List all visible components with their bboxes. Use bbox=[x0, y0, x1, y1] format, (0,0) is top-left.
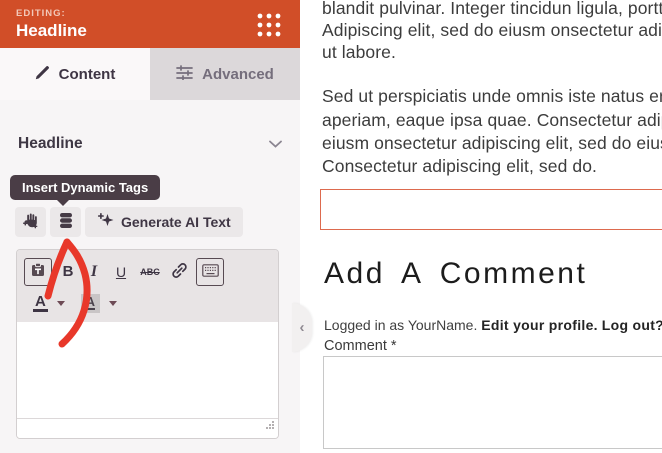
settings-sidebar: EDITING: Headline Content bbox=[0, 0, 300, 453]
headline-section-title: Headline bbox=[18, 135, 83, 153]
italic-button[interactable]: I bbox=[81, 263, 107, 281]
editor-toolbar: B I U ABC bbox=[17, 250, 278, 322]
editor-status-bar bbox=[17, 418, 278, 438]
link-button[interactable] bbox=[165, 261, 193, 283]
tab-advanced[interactable]: Advanced bbox=[150, 48, 300, 100]
bold-button[interactable]: B bbox=[55, 263, 81, 280]
generate-ai-text-label: Generate AI Text bbox=[121, 214, 231, 230]
sliders-icon bbox=[176, 65, 193, 84]
chevron-down-icon[interactable] bbox=[269, 135, 282, 153]
tab-content-label: Content bbox=[59, 66, 116, 83]
highlight-color-button[interactable]: A bbox=[81, 294, 100, 313]
generate-ai-text-button[interactable]: Generate AI Text bbox=[85, 207, 243, 237]
comment-textarea[interactable] bbox=[323, 356, 662, 449]
chevron-left-icon: ‹ bbox=[300, 320, 305, 335]
clipboard-text-icon bbox=[30, 262, 46, 281]
comment-field-label: Comment * bbox=[324, 338, 397, 354]
insert-dynamic-tags-tooltip: Insert Dynamic Tags bbox=[10, 175, 160, 200]
preview-paragraph-line: Adipiscing elit, sed do eiusm onsectetur… bbox=[322, 20, 662, 41]
sparkles-icon bbox=[97, 212, 114, 232]
tooltip-text: Insert Dynamic Tags bbox=[22, 180, 148, 195]
headline-section-header[interactable]: Headline bbox=[18, 133, 282, 155]
sidebar-header: EDITING: Headline bbox=[0, 0, 300, 48]
highlight-letter: A bbox=[86, 296, 95, 310]
sidebar-tabs: Content Advanced bbox=[0, 48, 300, 100]
database-icon bbox=[58, 212, 74, 232]
page-builder-app: EDITING: Headline Content bbox=[0, 0, 662, 453]
highlight-color-caret-icon[interactable] bbox=[109, 301, 117, 306]
editing-label: EDITING: bbox=[16, 8, 87, 19]
insert-dynamic-tags-button[interactable] bbox=[50, 207, 81, 237]
preview-paragraph-line: Sed ut perspiciatis unde omnis iste natu… bbox=[322, 86, 662, 107]
add-a-comment-heading: Add A Comment bbox=[324, 257, 587, 291]
widgets-grid-icon[interactable] bbox=[256, 12, 282, 38]
tab-advanced-label: Advanced bbox=[202, 66, 274, 83]
preview-paragraph-line: aperiam, eaque ipsa quae. Consectetur ad… bbox=[322, 110, 662, 131]
preview-paragraph-line: Consectetur adipiscing elit, sed do. bbox=[322, 156, 597, 177]
paste-as-text-button[interactable] bbox=[24, 258, 52, 286]
keyboard-icon bbox=[202, 264, 219, 280]
preview-paragraph-line: eiusm onsectetur adipiscing elit, sed do… bbox=[322, 133, 662, 154]
text-color-button[interactable]: A bbox=[33, 295, 48, 312]
editor-text-area[interactable] bbox=[17, 322, 278, 418]
selected-headline-widget-outline[interactable] bbox=[320, 189, 662, 230]
keyboard-shortcuts-button[interactable] bbox=[196, 258, 224, 286]
underline-button[interactable]: U bbox=[107, 264, 135, 280]
log-out-link[interactable]: Log out? bbox=[602, 317, 662, 333]
smart-text-button[interactable] bbox=[15, 207, 46, 237]
editing-widget-title: Headline bbox=[16, 21, 87, 41]
resize-grip-icon[interactable] bbox=[265, 417, 275, 435]
page-preview: blandit pulvinar. Integer tincidun ligul… bbox=[300, 0, 662, 453]
rich-text-editor: B I U ABC bbox=[16, 249, 279, 439]
link-icon bbox=[170, 261, 189, 283]
logged-in-text: Logged in as YourName. bbox=[324, 317, 481, 333]
comment-login-meta: Logged in as YourName. Edit your profile… bbox=[324, 317, 662, 333]
text-color-caret-icon[interactable] bbox=[57, 301, 65, 306]
hand-icon bbox=[22, 212, 39, 232]
pencil-icon bbox=[35, 65, 50, 84]
field-action-buttons: Generate AI Text bbox=[15, 207, 243, 237]
tab-content[interactable]: Content bbox=[0, 48, 150, 100]
strikethrough-button[interactable]: ABC bbox=[135, 267, 165, 277]
preview-paragraph-line: ut labore. bbox=[322, 42, 396, 63]
preview-paragraph-line: blandit pulvinar. Integer tincidun ligul… bbox=[322, 0, 662, 19]
tooltip-caret bbox=[56, 199, 70, 206]
edit-profile-link[interactable]: Edit your profile. bbox=[481, 317, 598, 333]
